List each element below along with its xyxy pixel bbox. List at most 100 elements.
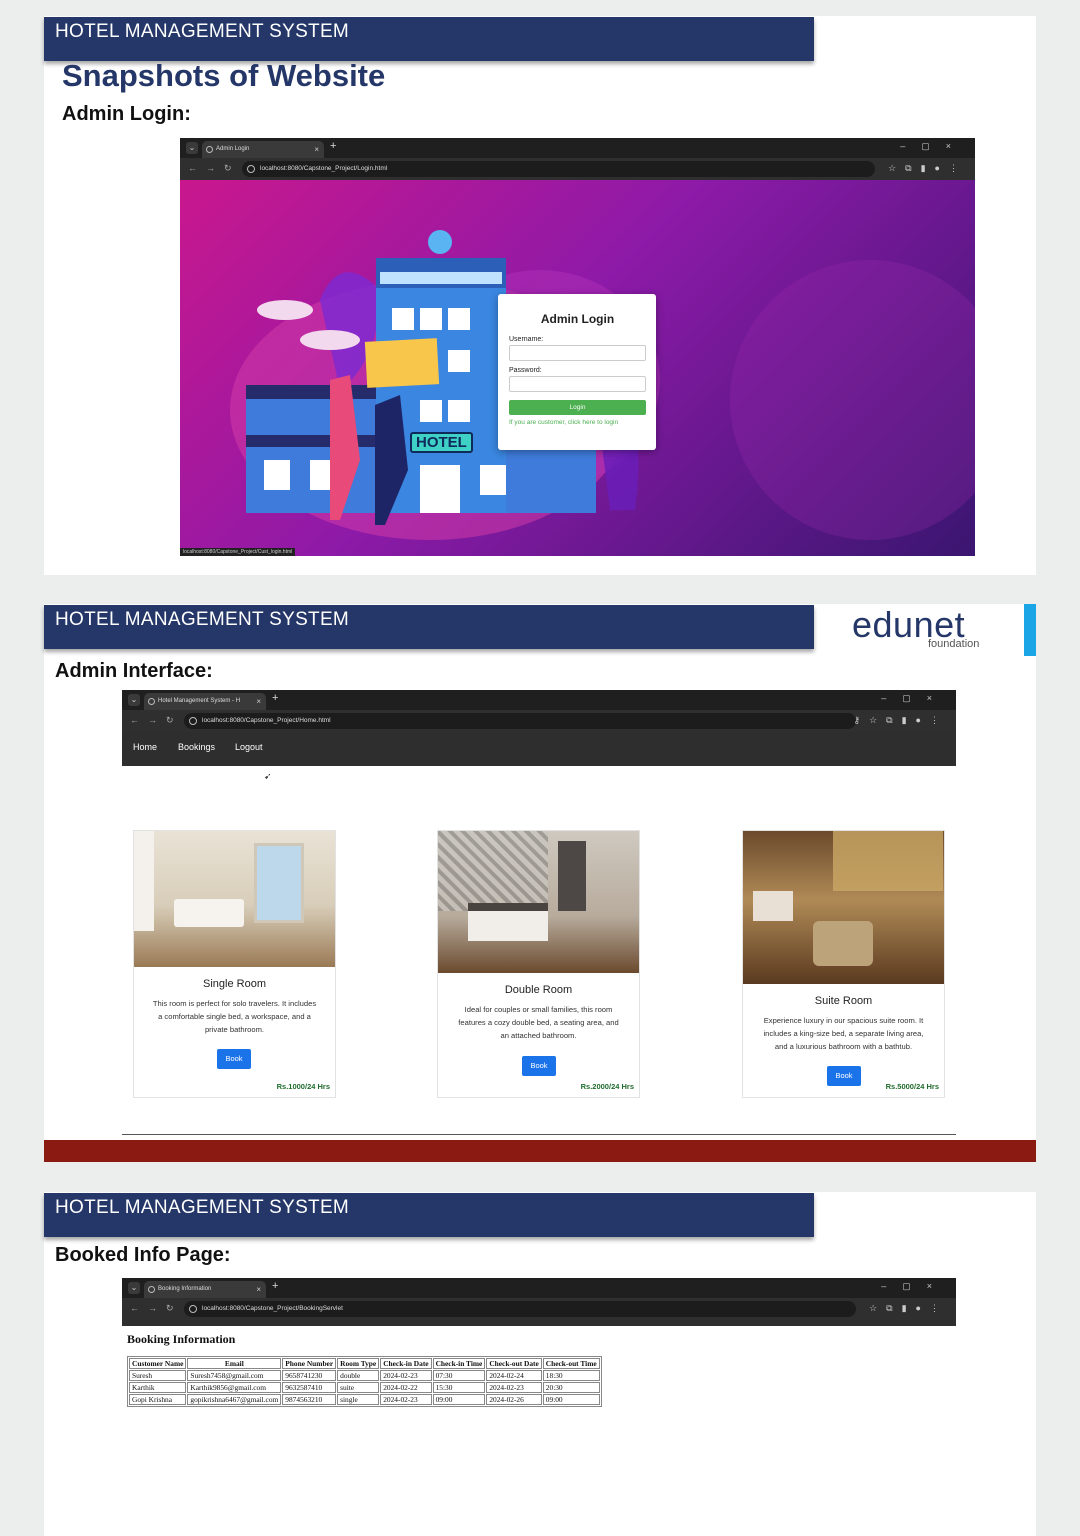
suite-room-image	[743, 831, 944, 984]
footer-divider	[122, 1134, 956, 1135]
slide-bottom-bar	[44, 1140, 1036, 1162]
column-header: Customer Name	[129, 1358, 187, 1369]
toolbar-icons[interactable]: ⚷☆⧉▮●⋮	[854, 715, 948, 726]
column-header: Check-in Time	[432, 1358, 486, 1369]
room-name: Single Room	[203, 978, 266, 990]
password-input[interactable]	[509, 376, 646, 392]
tab-strip: ⌄ Hotel Management System - H × + –▢×	[122, 690, 956, 710]
login-button[interactable]: Login	[509, 400, 646, 415]
room-price: Rs.2000/24 Hrs	[580, 1082, 634, 1091]
login-page-background: HOTEL Admin Login Username: Password: Lo…	[180, 180, 975, 556]
globe-icon	[148, 698, 155, 705]
booking-page: Booking Information Customer Name Email …	[122, 1278, 956, 1478]
slide-title: Snapshots of Website	[62, 58, 386, 93]
info-icon	[189, 717, 197, 725]
table-row: Gopi Krishna gopikrishna6467@gmail.com 9…	[129, 1394, 600, 1405]
browser-tab[interactable]: Admin Login ×	[202, 141, 324, 158]
table-cell: suite	[337, 1382, 380, 1393]
username-input[interactable]	[509, 345, 646, 361]
address-bar: ←→↻ localhost:8080/Capstone_Project/Home…	[122, 710, 956, 732]
logo-accent-bar	[1024, 604, 1036, 656]
site-navbar: Home Bookings Logout	[122, 732, 956, 764]
browser-tab[interactable]: Hotel Management System - H ×	[144, 693, 266, 710]
tab-search-icon[interactable]: ⌄	[186, 142, 198, 154]
slide-booked-info: HOTEL MANAGEMENT SYSTEM Booked Info Page…	[44, 1192, 1036, 1536]
new-tab-button[interactable]: +	[272, 692, 278, 704]
slide-banner: HOTEL MANAGEMENT SYSTEM	[44, 605, 814, 649]
column-header: Check-out Date	[486, 1358, 542, 1369]
table-cell: 2024-02-26	[486, 1394, 542, 1405]
column-header: Check-in Date	[380, 1358, 432, 1369]
section-heading: Admin Login:	[62, 103, 191, 125]
slide-admin-interface: HOTEL MANAGEMENT SYSTEM edunet foundatio…	[44, 604, 1036, 1162]
table-row: Karthik Karthik9856@gmail.com 9632587410…	[129, 1382, 600, 1393]
table-cell: Karthik	[129, 1382, 187, 1393]
section-heading: Admin Interface:	[55, 660, 213, 682]
booking-page-title: Booking Information	[127, 1332, 236, 1346]
column-header: Email	[187, 1358, 282, 1369]
url-text: localhost:8080/Capstone_Project/Login.ht…	[260, 165, 388, 172]
close-tab-icon[interactable]: ×	[256, 693, 261, 710]
toolbar-icons[interactable]: ☆⧉▮●⋮	[888, 163, 967, 174]
table-cell: 2024-02-23	[486, 1382, 542, 1393]
table-cell: 9632587410	[282, 1382, 337, 1393]
book-button[interactable]: Book	[522, 1056, 556, 1076]
status-url: localhost:8080/Capstone_Project/Cust_log…	[180, 548, 296, 556]
nav-logout[interactable]: Logout	[235, 742, 263, 752]
book-button[interactable]: Book	[217, 1049, 251, 1069]
new-tab-button[interactable]: +	[330, 140, 336, 152]
table-cell: Karthik9856@gmail.com	[187, 1382, 282, 1393]
url-field[interactable]: localhost:8080/Capstone_Project/Login.ht…	[242, 161, 875, 177]
table-cell: 2024-02-22	[380, 1382, 432, 1393]
room-name: Suite Room	[814, 995, 873, 1007]
table-row: Suresh Suresh7458@gmail.com 9658741230 d…	[129, 1370, 600, 1381]
room-price: Rs.5000/24 Hrs	[885, 1082, 939, 1091]
room-price: Rs.1000/24 Hrs	[276, 1082, 330, 1091]
table-cell: 20:30	[542, 1382, 600, 1393]
close-tab-icon[interactable]: ×	[314, 141, 319, 158]
room-name: Double Room	[504, 984, 573, 996]
table-cell: double	[337, 1370, 380, 1381]
window-controls[interactable]: –▢×	[881, 693, 948, 704]
password-label: Password:	[509, 367, 542, 374]
globe-icon	[206, 146, 213, 153]
edunet-logo: edunet foundation	[852, 604, 992, 650]
table-cell: 2024-02-23	[380, 1370, 432, 1381]
single-room-image	[134, 831, 335, 967]
slide-banner: HOTEL MANAGEMENT SYSTEM	[44, 1193, 814, 1237]
window-controls[interactable]: –▢×	[900, 141, 967, 152]
tab-search-icon[interactable]: ⌄	[128, 694, 140, 706]
mouse-cursor-icon: ➹	[264, 771, 272, 781]
booking-table: Customer Name Email Phone Number Room Ty…	[127, 1356, 602, 1407]
table-cell: Gopi Krishna	[129, 1394, 187, 1405]
room-card-suite: Suite Room Experience luxury in our spac…	[742, 830, 945, 1098]
username-label: Username:	[509, 336, 544, 343]
table-cell: Suresh7458@gmail.com	[187, 1370, 282, 1381]
table-cell: gopikrishna6467@gmail.com	[187, 1394, 282, 1405]
book-button[interactable]: Book	[827, 1066, 861, 1086]
table-cell: 9874563210	[282, 1394, 337, 1405]
column-header: Room Type	[337, 1358, 380, 1369]
customer-login-link[interactable]: If you are customer, click here to login	[509, 419, 646, 426]
info-icon	[247, 165, 255, 173]
table-header-row: Customer Name Email Phone Number Room Ty…	[129, 1358, 600, 1369]
nav-bookings[interactable]: Bookings	[178, 742, 215, 752]
table-cell: 07:30	[432, 1370, 486, 1381]
tab-strip: ⌄ Admin Login × + –▢×	[180, 138, 975, 158]
nav-home[interactable]: Home	[133, 742, 157, 752]
slide-admin-login: HOTEL MANAGEMENT SYSTEM Snapshots of Web…	[44, 16, 1036, 575]
slide-banner: HOTEL MANAGEMENT SYSTEM	[44, 17, 814, 61]
url-field[interactable]: localhost:8080/Capstone_Project/Home.htm…	[184, 713, 856, 729]
room-description: Ideal for couples or small families, thi…	[458, 1005, 619, 1040]
table-cell: 15:30	[432, 1382, 486, 1393]
section-heading: Booked Info Page:	[55, 1244, 231, 1266]
tab-title: Admin Login	[216, 146, 250, 152]
nav-buttons[interactable]: ←→↻	[188, 163, 241, 174]
column-header: Phone Number	[282, 1358, 337, 1369]
column-header: Check-out Time	[542, 1358, 600, 1369]
tab-title: Hotel Management System - H	[158, 698, 241, 704]
nav-buttons[interactable]: ←→↻	[130, 715, 183, 726]
table-cell: 09:00	[542, 1394, 600, 1405]
table-cell: 18:30	[542, 1370, 600, 1381]
room-card-double: Double Room Ideal for couples or small f…	[437, 830, 640, 1098]
